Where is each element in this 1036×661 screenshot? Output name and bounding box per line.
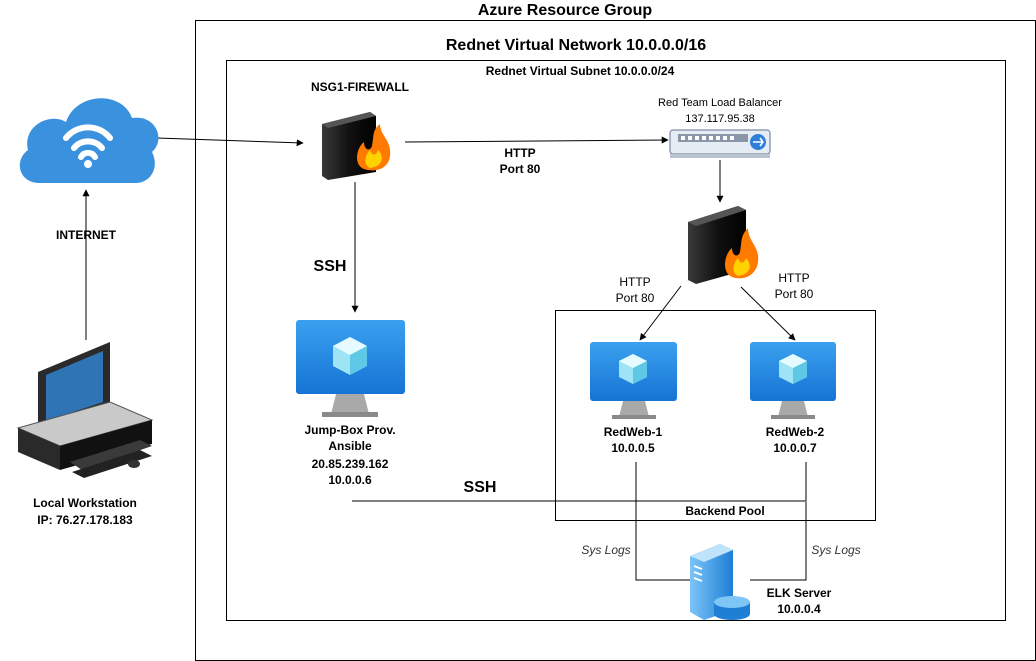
redweb2-name: RedWeb-2 xyxy=(765,425,825,439)
cloud-wifi-icon xyxy=(19,98,159,183)
redweb2-ip: 10.0.0.7 xyxy=(773,441,817,455)
jumpbox-name-line1: Jump-Box Prov. xyxy=(304,423,396,437)
internet-to-firewall-arrow xyxy=(156,137,304,147)
sys-logs-right-label: Sys Logs xyxy=(811,543,861,557)
subnet-title: Rednet Virtual Subnet 10.0.0.0/24 xyxy=(485,64,675,78)
redweb1-name: RedWeb-1 xyxy=(603,425,663,439)
ssh-across-label: SSH xyxy=(463,479,497,496)
elk-ip: 10.0.0.4 xyxy=(777,602,821,616)
vnet-title: Rednet Virtual Network 10.0.0.0/16 xyxy=(445,37,707,54)
jumpbox-name-line2: Ansible xyxy=(328,439,372,453)
http-right-port: Port 80 xyxy=(774,287,814,301)
resource-group-title: Azure Resource Group xyxy=(477,2,653,19)
lb-firewall-icon xyxy=(688,206,759,284)
jumpbox-vm-icon xyxy=(296,320,405,417)
elk-name: ELK Server xyxy=(766,586,832,600)
load-balancer-ip: 137.117.95.38 xyxy=(685,113,755,125)
nsg-firewall-icon xyxy=(322,112,391,180)
redweb1-ip: 10.0.0.5 xyxy=(611,441,655,455)
workstation-name: Local Workstation xyxy=(33,496,137,510)
desktop-computer-icon xyxy=(16,342,154,478)
backend-pool-label: Backend Pool xyxy=(685,504,765,518)
firewall-to-lb-arrow xyxy=(404,136,669,144)
ssh-down-label: SSH xyxy=(313,258,347,275)
internet-label: INTERNET xyxy=(56,228,116,242)
ssh-jumpbox-to-redweb-line xyxy=(352,462,807,502)
architecture-diagram xyxy=(16,20,1036,661)
redweb1-vm-icon xyxy=(590,342,677,419)
jumpbox-private-ip: 10.0.0.6 xyxy=(328,473,372,487)
redweb2-vm-icon xyxy=(750,342,836,419)
server-database-icon xyxy=(690,544,750,620)
http-main-label: HTTP xyxy=(504,146,536,160)
http-main-port: Port 80 xyxy=(499,162,541,176)
load-balancer-label: Red Team Load Balancer xyxy=(658,97,782,109)
http-right-label: HTTP xyxy=(778,271,810,285)
workstation-ip: IP: 76.27.178.183 xyxy=(37,513,133,527)
nsg-label: NSG1-FIREWALL xyxy=(311,80,409,94)
http-left-label: HTTP xyxy=(619,275,651,289)
jumpbox-public-ip: 20.85.239.162 xyxy=(311,457,389,471)
load-balancer-icon xyxy=(669,129,771,158)
http-left-port: Port 80 xyxy=(615,291,655,305)
sys-logs-left-label: Sys Logs xyxy=(581,543,631,557)
